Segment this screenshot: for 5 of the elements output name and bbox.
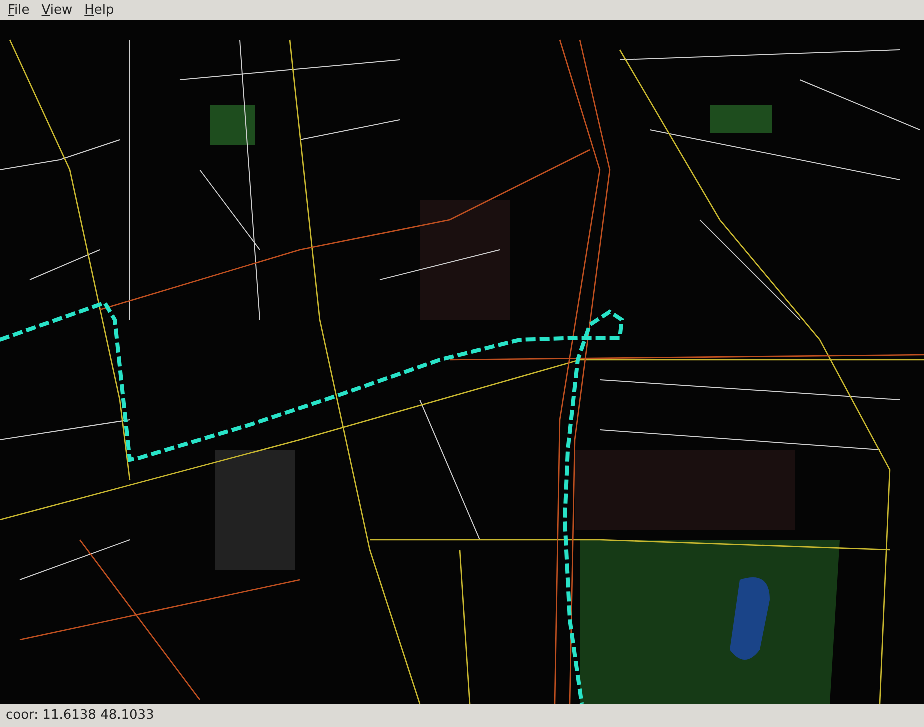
map-drawing[interactable] xyxy=(0,20,924,704)
menu-item[interactable]: Help xyxy=(80,2,118,18)
menu-item[interactable]: File xyxy=(4,2,34,18)
menu-item[interactable]: View xyxy=(38,2,77,18)
status-text: coor: 11.6138 48.1033 xyxy=(6,708,154,723)
